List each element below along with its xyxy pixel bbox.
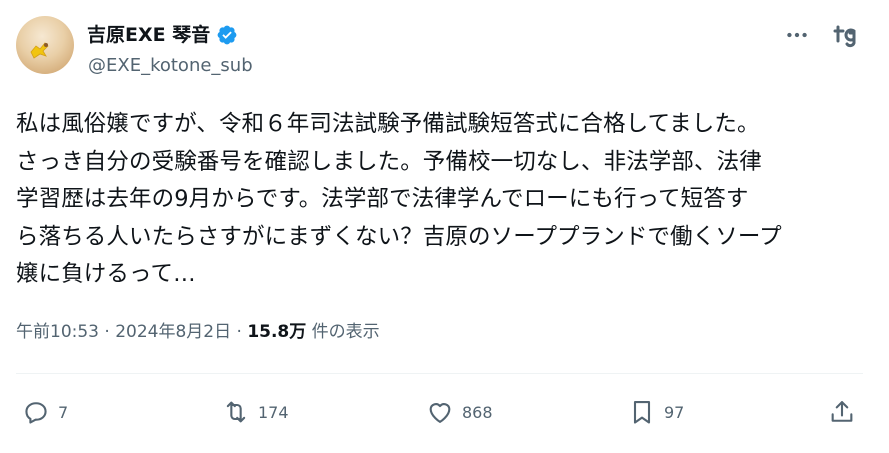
avatar[interactable]: [16, 16, 74, 74]
more-icon[interactable]: [784, 22, 810, 48]
author-handle[interactable]: @EXE_kotone_sub: [88, 54, 253, 78]
tweet-text: 私は風俗嬢ですが、令和６年司法試験予備試験短答式に合格してました。 さっき自分の…: [16, 111, 782, 287]
repost-button[interactable]: 174: [222, 395, 289, 429]
repost-count: 174: [258, 402, 289, 422]
avatar-figure-icon: [30, 42, 49, 59]
repost-icon: [226, 401, 246, 423]
divider: [16, 373, 863, 374]
tweet-timestamp[interactable]: 午前10:53 · 2024年8月2日 ·: [16, 322, 247, 342]
reply-button[interactable]: 7: [22, 395, 68, 429]
bookmark-count: 97: [664, 402, 685, 422]
reply-count: 7: [58, 402, 69, 422]
share-icon: [831, 401, 853, 422]
view-count-label: 件の表示: [306, 322, 380, 342]
verified-badge-icon[interactable]: [216, 24, 238, 46]
view-count: 15.8万: [247, 322, 307, 342]
author-name-row: 吉原EXE 琴音: [87, 22, 238, 48]
like-icon: [429, 403, 451, 423]
author-display-name[interactable]: 吉原EXE 琴音: [87, 22, 210, 48]
grok-icon[interactable]: [832, 20, 862, 50]
like-count: 868: [462, 402, 493, 422]
like-button[interactable]: 868: [426, 395, 493, 429]
reply-icon: [25, 402, 47, 424]
share-button[interactable]: [828, 395, 856, 429]
tweet-meta: 午前10:53 · 2024年8月2日 · 15.8万 件の表示: [16, 320, 380, 344]
bookmark-button[interactable]: 97: [628, 395, 684, 429]
bookmark-icon: [633, 401, 651, 424]
